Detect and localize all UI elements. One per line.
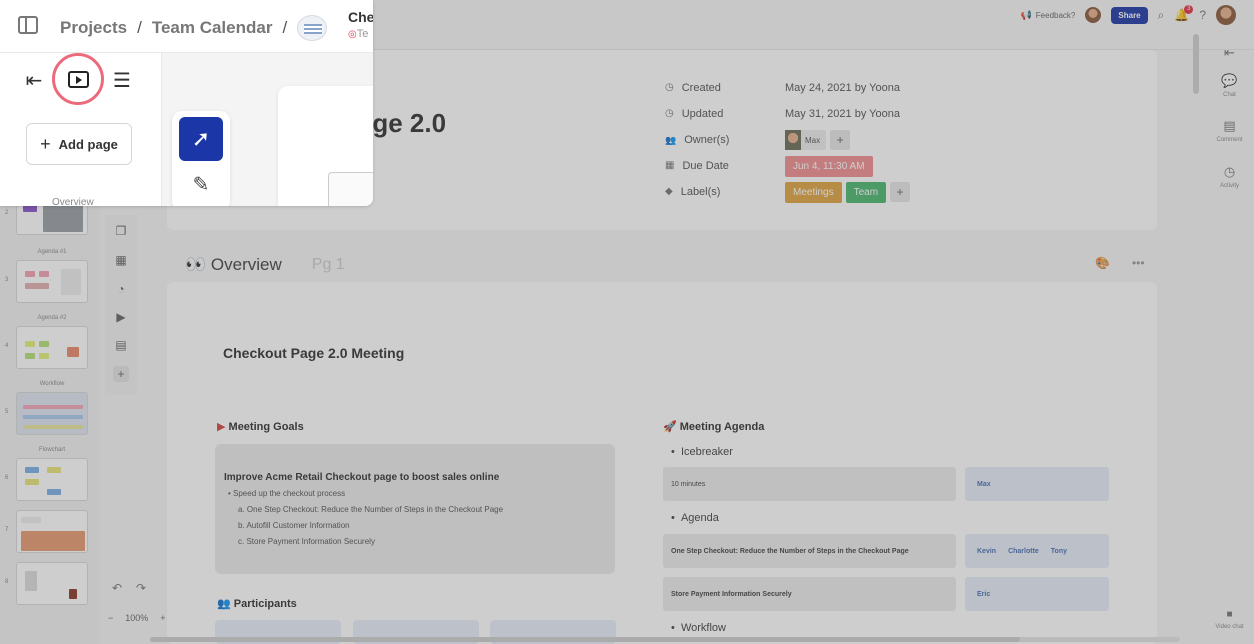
breadcrumb-projects[interactable]: Projects [60,18,127,38]
add-page-button[interactable]: + Add page [26,123,132,165]
breadcrumb-document-sub: ◎Te [348,28,368,40]
present-icon[interactable] [68,71,89,88]
add-page-label: Add page [58,136,118,152]
mini-preview [328,172,373,206]
zoomed-callout: Projects / Team Calendar / Che ◎Te ⇤ ☰ +… [0,0,373,206]
page-sheet-preview [278,86,373,206]
breadcrumb: Projects / Team Calendar / [60,15,328,41]
pen-tool-icon[interactable]: ✎ [189,173,213,197]
breadcrumb-document[interactable]: Che [348,9,373,25]
sidebar-toggle-icon[interactable] [18,16,38,34]
popup-pages-panel: ⇤ ☰ + Add page Overview [0,53,162,206]
breadcrumb-team-calendar[interactable]: Team Calendar [152,18,273,38]
collapse-left-icon[interactable]: ⇤ [22,69,46,93]
document-thumbnail-icon [297,15,328,41]
breadcrumb-separator: / [137,18,142,37]
overview-peek-label: Overview [52,197,94,206]
target-icon: ◎ [348,29,357,40]
select-arrow-tool-icon[interactable]: ➚ [179,117,223,161]
plus-icon: + [40,133,51,154]
breadcrumb-document-sub-text: Te [356,28,369,40]
popup-top-bar: Projects / Team Calendar / Che ◎Te [0,0,373,53]
popup-toolbar: ➚ ✎ [172,111,230,206]
outline-icon[interactable]: ☰ [110,69,134,93]
popup-canvas: ➚ ✎ [162,53,373,206]
breadcrumb-separator: / [282,18,288,37]
